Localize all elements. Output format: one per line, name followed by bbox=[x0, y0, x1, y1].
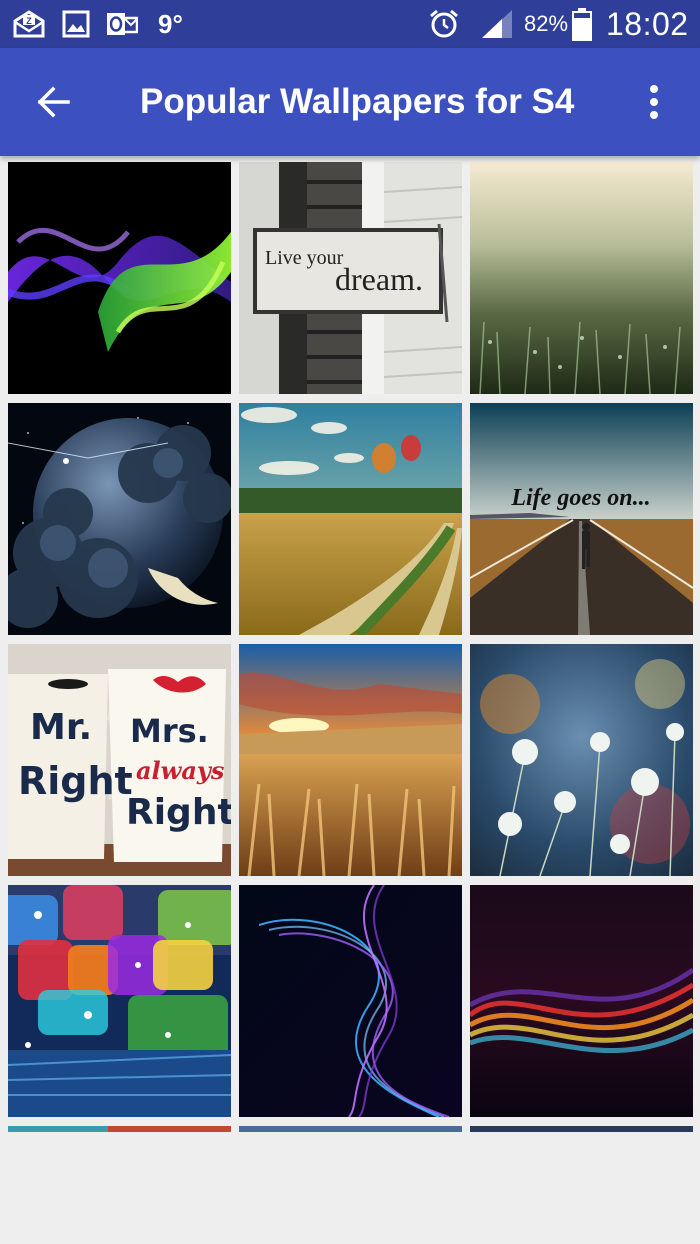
wallpaper-tile-balloons-field[interactable] bbox=[239, 403, 462, 635]
mug1-text-line2: Right bbox=[18, 759, 133, 803]
signal-icon bbox=[480, 0, 514, 48]
sign-text-line2: dream. bbox=[335, 261, 423, 297]
wallpaper-grid: Live your dream. Life goes on... Mr. Rig… bbox=[0, 156, 700, 1132]
temperature: 9° bbox=[158, 8, 183, 39]
mug2-text-line3: Right bbox=[126, 792, 231, 833]
mug1-text-line1: Mr. bbox=[30, 707, 92, 748]
wallpaper-tile-live-your-dream[interactable]: Live your dream. bbox=[239, 162, 462, 394]
wallpaper-tile-life-goes-on[interactable]: Life goes on... bbox=[470, 403, 693, 635]
app-bar: Popular Wallpapers for S4 bbox=[0, 48, 700, 156]
life-goes-on-text: Life goes on... bbox=[510, 485, 650, 511]
status-bar: Z 9° 82% 18:02 bbox=[0, 0, 700, 48]
wallpaper-tile-mr-mrs-right[interactable]: Mr. Right Mrs. always Right bbox=[8, 644, 231, 876]
empty-footer-area bbox=[0, 1132, 700, 1244]
clock: 18:02 bbox=[606, 5, 689, 42]
email-notification-icon: Z bbox=[12, 0, 46, 48]
sign-text-line1: Live your bbox=[265, 247, 344, 269]
battery-icon bbox=[571, 0, 593, 48]
page-title: Popular Wallpapers for S4 bbox=[140, 82, 575, 121]
overflow-menu-button[interactable] bbox=[628, 76, 680, 128]
wallpaper-tile-planet-clouds[interactable] bbox=[8, 403, 231, 635]
alarm-icon bbox=[428, 0, 460, 48]
mug2-text-line2: always bbox=[136, 756, 225, 785]
wallpaper-tile-grass-bokeh[interactable] bbox=[470, 162, 693, 394]
wallpaper-tile-wheat-sunset[interactable] bbox=[239, 644, 462, 876]
outlook-icon bbox=[106, 0, 138, 48]
wallpaper-tile-blue-purple-swirl[interactable] bbox=[239, 885, 462, 1117]
wallpaper-tile-dandelions[interactable] bbox=[470, 644, 693, 876]
svg-text:Z: Z bbox=[26, 16, 32, 26]
mug2-text-line1: Mrs. bbox=[130, 712, 209, 750]
arrow-back-icon bbox=[37, 86, 70, 118]
more-vert-icon bbox=[650, 85, 658, 119]
wallpaper-tile-colorful-squares[interactable] bbox=[8, 885, 231, 1117]
gallery-icon bbox=[62, 0, 90, 48]
battery-percent: 82% bbox=[524, 11, 569, 36]
back-button[interactable] bbox=[22, 76, 86, 128]
wallpaper-tile-colorful-smoke[interactable] bbox=[8, 162, 231, 394]
wallpaper-tile-rainbow-waves[interactable] bbox=[470, 885, 693, 1117]
